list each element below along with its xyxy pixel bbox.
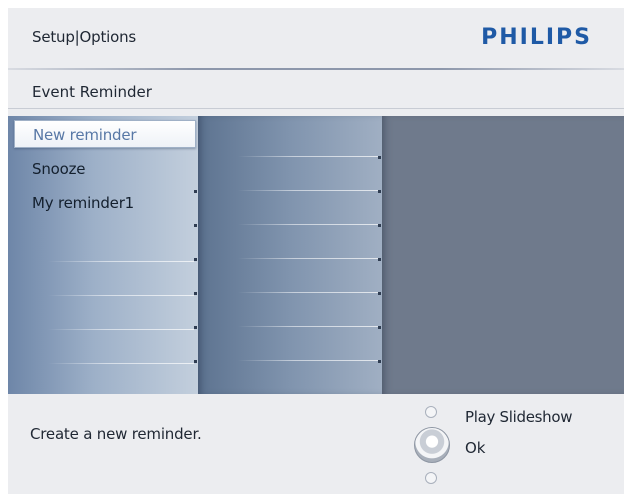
row-separator xyxy=(238,258,378,259)
row-marker xyxy=(378,156,381,159)
menu-pane-primary: New reminder Snooze My reminder1 xyxy=(8,116,198,394)
menu-panes: New reminder Snooze My reminder1 xyxy=(8,116,624,394)
header: Setup|Options PHILIPS xyxy=(8,8,624,68)
row-marker xyxy=(194,360,197,363)
reminder-menu: New reminder Snooze My reminder1 xyxy=(14,120,196,220)
row-marker xyxy=(378,258,381,261)
row-separator xyxy=(238,292,378,293)
help-text: Create a new reminder. xyxy=(30,425,202,443)
menu-item-new-reminder[interactable]: New reminder xyxy=(14,120,196,148)
row-separator xyxy=(238,360,378,361)
ok-button-icon[interactable] xyxy=(414,427,450,463)
row-separator xyxy=(238,224,378,225)
menu-item-snooze[interactable]: Snooze xyxy=(14,152,196,186)
screen: Setup|Options PHILIPS Event Reminder New… xyxy=(8,8,624,494)
brand-logo: PHILIPS xyxy=(481,25,592,50)
row-separator xyxy=(48,295,194,296)
row-separator xyxy=(238,156,378,157)
row-marker xyxy=(378,326,381,329)
row-marker xyxy=(194,258,197,261)
play-slideshow-legend: Play Slideshow xyxy=(465,408,573,426)
row-marker xyxy=(378,292,381,295)
navigation-up-dot-icon[interactable] xyxy=(425,406,437,418)
row-marker xyxy=(378,190,381,193)
row-separator xyxy=(48,329,194,330)
navigation-wheel xyxy=(408,404,456,488)
row-marker xyxy=(194,326,197,329)
navigation-down-dot-icon[interactable] xyxy=(425,472,437,484)
menu-item-my-reminder1[interactable]: My reminder1 xyxy=(14,186,196,220)
section-divider xyxy=(8,108,624,109)
page-title: Event Reminder xyxy=(32,83,152,101)
preview-pane xyxy=(382,116,624,394)
row-marker xyxy=(194,292,197,295)
header-divider xyxy=(8,68,624,70)
row-separator xyxy=(238,190,378,191)
menu-pane-secondary xyxy=(198,116,382,394)
breadcrumb: Setup|Options xyxy=(32,28,136,46)
row-separator xyxy=(238,326,378,327)
row-separator xyxy=(48,363,194,364)
row-marker xyxy=(378,224,381,227)
row-marker xyxy=(378,360,381,363)
ok-legend: Ok xyxy=(465,439,486,457)
row-marker xyxy=(194,224,197,227)
row-separator xyxy=(48,261,194,262)
